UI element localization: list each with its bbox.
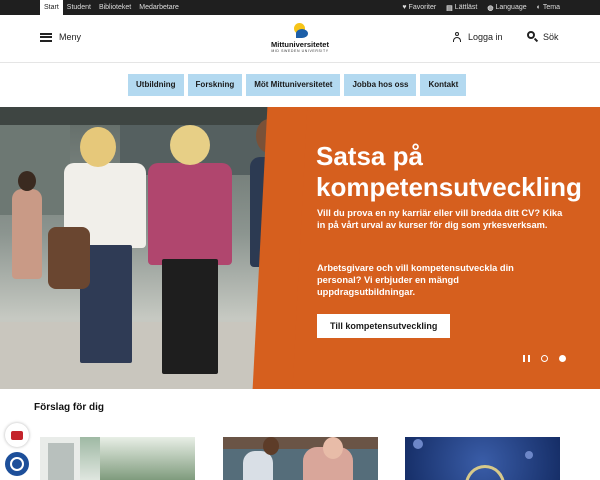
hero-text-1: Vill du prova en ny karriär eller vill b…	[317, 208, 563, 230]
chat-icon	[11, 430, 23, 440]
menu-label: Meny	[59, 32, 82, 42]
hero-cta-button[interactable]: Till kompetensutveckling	[317, 314, 451, 338]
hero-banner: Satsa på kompetensutveckling Vill du pro…	[0, 107, 600, 389]
nav-forskning[interactable]: Forskning	[187, 74, 243, 96]
slide-dot-2[interactable]	[559, 355, 566, 362]
login-label: Logga in	[468, 32, 503, 42]
nav-mot-mittuniversitetet[interactable]: Möt Mittuniversitetet	[246, 74, 341, 96]
palette-icon: ◐	[536, 4, 541, 11]
search-button[interactable]: Sök	[527, 31, 559, 43]
top-bar: Start Student Biblioteket Medarbetare ♥ F…	[0, 0, 600, 15]
language-link[interactable]: ◍ Language	[487, 4, 526, 12]
suggestion-card-2[interactable]	[223, 437, 378, 480]
top-tools: ♥ Favoriter ▤ Lättläst ◍ Language ◐ Tema	[402, 4, 560, 12]
site-logo[interactable]: Mittuniversitetet MID SWEDEN UNIVERSITY	[262, 21, 338, 53]
hamburger-icon	[40, 32, 52, 42]
suggestion-card-1[interactable]	[40, 437, 195, 480]
logo-name: Mittuniversitetet	[271, 40, 329, 49]
suggestion-card-3[interactable]	[405, 437, 560, 480]
theme-link[interactable]: ◐ Tema	[537, 4, 560, 12]
top-nav-start[interactable]: Start	[40, 0, 63, 15]
top-nav-biblioteket[interactable]: Biblioteket	[95, 0, 135, 15]
nav-kontakt[interactable]: Kontakt	[420, 74, 467, 96]
heart-icon: ♥	[402, 4, 407, 11]
pause-icon[interactable]	[523, 355, 530, 362]
logo-subtitle: MID SWEDEN UNIVERSITY	[271, 49, 329, 53]
top-nav-medarbetare[interactable]: Medarbetare	[135, 0, 183, 15]
nav-utbildning[interactable]: Utbildning	[128, 74, 184, 96]
login-button[interactable]: Logga in	[452, 32, 503, 42]
person-icon	[452, 32, 462, 42]
menu-button[interactable]: Meny	[40, 32, 81, 42]
hero-text-2: Arbetsgivare och vill kompetensutveckla …	[317, 263, 514, 297]
easy-read-link[interactable]: ▤ Lättläst	[446, 4, 477, 12]
site-header: Meny Mittuniversitetet MID SWEDEN UNIVER…	[0, 15, 600, 63]
accessibility-icon	[10, 457, 24, 471]
nav-jobba-hos-oss[interactable]: Jobba hos oss	[344, 74, 417, 96]
suggestions-heading: Förslag för dig	[34, 402, 104, 413]
top-nav-student[interactable]: Student	[63, 0, 95, 15]
hero-title: Satsa på kompetensutveckling	[316, 141, 582, 202]
top-nav: Start Student Biblioteket Medarbetare	[40, 0, 183, 15]
slider-controls	[523, 355, 566, 362]
globe-icon: ◍	[487, 4, 494, 12]
category-nav: Utbildning Forskning Möt Mittuniversitet…	[128, 74, 467, 96]
search-icon	[527, 31, 539, 43]
search-label: Sök	[543, 31, 559, 42]
accessibility-button[interactable]	[5, 452, 29, 476]
university-logo-icon	[291, 21, 309, 39]
favorites-link[interactable]: ♥ Favoriter	[402, 4, 436, 12]
chat-button[interactable]	[5, 423, 29, 447]
book-icon: ▤	[446, 4, 453, 12]
slide-dot-1[interactable]	[541, 355, 548, 362]
